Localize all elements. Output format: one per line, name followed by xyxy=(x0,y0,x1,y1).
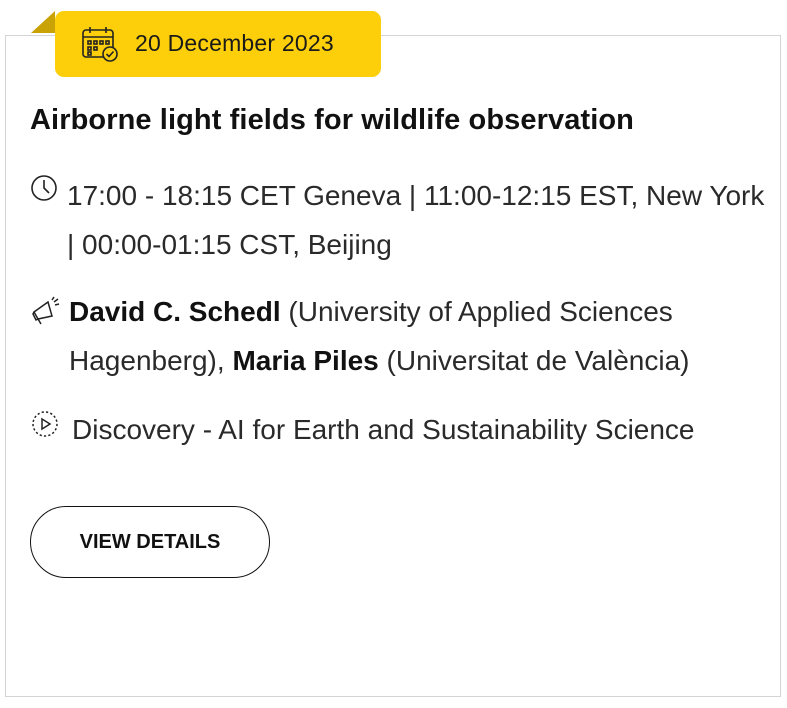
badge-fold xyxy=(31,11,55,33)
event-time: 17:00 - 18:15 CET Geneva | 11:00-12:15 E… xyxy=(67,180,765,260)
date-badge: 20 December 2023 xyxy=(55,11,381,77)
view-details-button[interactable]: VIEW DETAILS xyxy=(30,506,270,578)
megaphone-icon xyxy=(32,296,60,325)
event-speakers-row: David C. Schedl (University of Applied S… xyxy=(30,287,759,385)
event-title: Airborne light fields for wildlife obser… xyxy=(30,104,634,136)
calendar-check-icon xyxy=(82,27,118,62)
play-circle-icon xyxy=(32,411,58,437)
speaker-name: David C. Schedl xyxy=(69,296,281,327)
speaker-name: Maria Piles xyxy=(232,345,379,376)
event-time-row: 17:00 - 18:15 CET Geneva | 11:00-12:15 E… xyxy=(30,171,767,269)
event-date: 20 December 2023 xyxy=(135,30,334,56)
event-topic-row: Discovery - AI for Earth and Sustainabil… xyxy=(30,405,695,454)
event-topic: Discovery - AI for Earth and Sustainabil… xyxy=(72,414,695,445)
speaker-affiliation: (Universitat de València) xyxy=(386,345,690,376)
clock-icon xyxy=(31,175,57,201)
event-speakers: David C. Schedl (University of Applied S… xyxy=(69,287,759,385)
